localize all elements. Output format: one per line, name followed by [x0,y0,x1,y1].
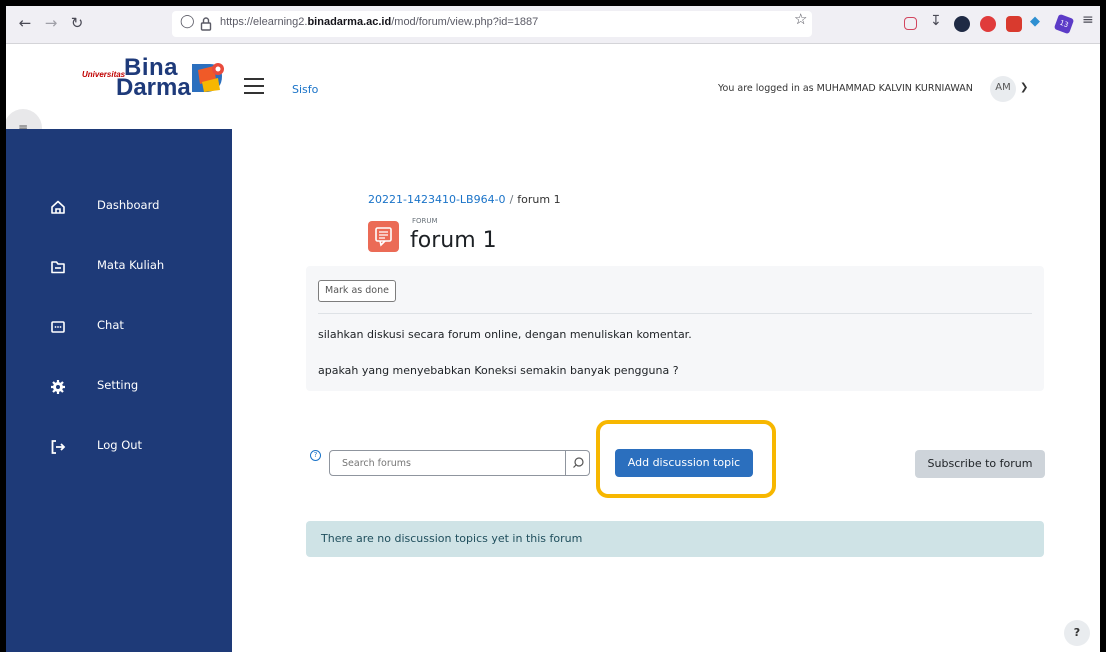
sidebar-item-dashboard[interactable]: Dashboard [6,187,232,227]
sidebar-item-log-out[interactable]: Log Out [6,427,232,467]
mark-as-done-button[interactable]: Mark as done [318,280,396,302]
search-button[interactable] [566,450,590,476]
download-icon[interactable]: ↧ [930,13,946,29]
chat-icon [51,321,65,333]
main-content: 20221-1423410-LB964-0/forum 1 FORUM foru… [232,132,1100,652]
gear-icon [51,380,65,394]
page-title: forum 1 [410,228,497,253]
user-avatar[interactable]: AM [990,76,1016,102]
site-logo[interactable]: Universitas Bina Darma [82,54,232,102]
help-button[interactable]: ? [1064,620,1090,646]
adblock-plus-icon[interactable] [980,16,996,32]
forum-icon [368,221,399,252]
intro-paragraph: silahkan diskusi secara forum online, de… [318,328,692,341]
logout-icon [51,440,66,454]
browser-window: ← → ↻ ◯ https://elearning2.binadarma.ac.… [6,6,1100,652]
logo-mark-icon [192,63,224,92]
divider [318,313,1032,314]
search-icon [573,457,584,468]
notice-text: There are no discussion topics yet in th… [321,532,583,545]
sidebar-item-mata-kuliah[interactable]: Mata Kuliah [6,247,232,287]
site-header: Universitas Bina Darma Sisfo You are log… [6,44,1100,132]
lock-icon[interactable] [200,16,212,32]
menu-icon[interactable]: ≡ [1082,12,1098,28]
chevron-down-icon[interactable]: ❯ [1020,82,1028,93]
url-text: https://elearning2.binadarma.ac.id/mod/f… [220,16,539,28]
logged-in-text: You are logged in as MUHAMMAD KALVIN KUR… [718,83,973,94]
extension-badge-icon[interactable]: 13 [1053,13,1075,35]
subscribe-to-forum-button[interactable]: Subscribe to forum [915,450,1045,478]
sidebar: Dashboard Mata Kuliah Chat Setting Log O… [6,129,232,652]
browser-toolbar: ← → ↻ ◯ https://elearning2.binadarma.ac.… [6,6,1100,44]
reload-icon[interactable]: ↻ [66,12,88,34]
back-arrow-icon[interactable]: ← [14,12,36,34]
sidebar-item-label: Setting [97,378,139,392]
forward-arrow-icon[interactable]: → [40,12,62,34]
sidebar-item-setting[interactable]: Setting [6,367,232,407]
breadcrumb: 20221-1423410-LB964-0/forum 1 [368,193,561,206]
ublock-icon[interactable] [1006,16,1022,32]
breadcrumb-current[interactable]: forum 1 [517,193,560,206]
page-kicker: FORUM [412,217,438,225]
breadcrumb-course-link[interactable]: 20221-1423410-LB964-0 [368,193,506,206]
extension-dark-icon[interactable] [954,16,970,32]
nav-link-sisfo[interactable]: Sisfo [292,83,318,96]
folder-icon [51,261,65,274]
extension-diamond-icon[interactable]: ◆ [1030,14,1046,30]
help-question-icon[interactable]: ? [310,450,321,461]
breadcrumb-separator: / [509,193,514,206]
tracking-shield-icon[interactable]: ◯ [180,14,195,29]
sidebar-item-label: Mata Kuliah [97,258,165,272]
sidebar-item-label: Chat [97,318,124,332]
intro-paragraph: apakah yang menyebabkan Koneksi semakin … [318,364,679,377]
sidebar-item-label: Log Out [97,438,143,452]
add-discussion-topic-button[interactable]: Add discussion topic [615,449,753,477]
home-icon [51,200,65,214]
pocket-icon[interactable] [904,17,917,30]
no-discussions-notice: There are no discussion topics yet in th… [306,521,1044,557]
bookmark-star-icon[interactable]: ☆ [794,10,807,28]
sidebar-item-label: Dashboard [97,198,160,212]
search-forums-input[interactable] [329,450,566,476]
address-bar[interactable]: ◯ https://elearning2.binadarma.ac.id/mod… [172,11,812,37]
sidebar-item-chat[interactable]: Chat [6,307,232,347]
hamburger-menu-icon[interactable] [244,78,264,94]
logo-darma-text: Darma [116,74,191,101]
page: Universitas Bina Darma Sisfo You are log… [6,44,1100,652]
forum-intro: Mark as done silahkan diskusi secara for… [306,266,1044,391]
